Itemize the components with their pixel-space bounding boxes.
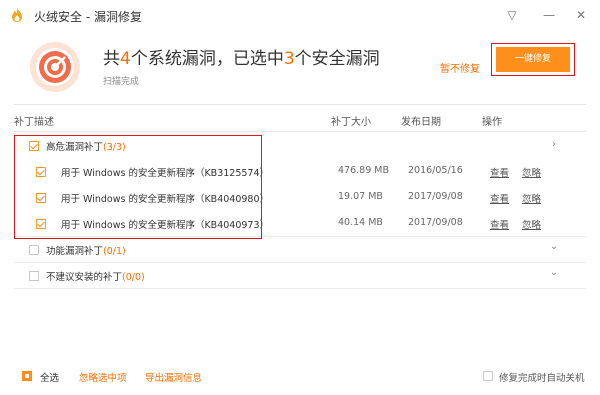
- group-checkbox-function[interactable]: [29, 245, 39, 255]
- menu-dropdown-icon[interactable]: ▽: [503, 6, 521, 24]
- skip-fix-button[interactable]: 暂不修复: [440, 60, 480, 75]
- huorong-flame-logo-icon: [12, 8, 22, 22]
- patch-date: 2017/09/08: [408, 217, 463, 228]
- patch-date: 2017/09/08: [408, 191, 463, 202]
- scan-target-icon: [30, 42, 80, 92]
- export-vulnerability-link[interactable]: 导出漏洞信息: [145, 370, 202, 384]
- annotation-highlight-box: [14, 135, 262, 239]
- ignore-link[interactable]: 忽略: [522, 165, 541, 179]
- title-bar: 火绒安全 - 漏洞修复 ▽ — ✕: [0, 0, 600, 30]
- minimize-button[interactable]: —: [540, 6, 558, 24]
- select-all-label[interactable]: 全选: [40, 370, 59, 384]
- group-label-function: 功能漏洞补丁(0/1): [46, 243, 126, 257]
- group-checkbox-not-recommended[interactable]: [29, 271, 39, 281]
- chevron-down-icon[interactable]: ⌄: [548, 267, 560, 278]
- footer-bar: 全选 忽略选中项 导出漏洞信息 修复完成时自动关机: [0, 360, 600, 390]
- group-row-not-recommended[interactable]: 不建议安装的补丁(0/0) ⌄: [14, 263, 586, 289]
- group-count: (0/0): [122, 272, 145, 283]
- group-count: (0/1): [103, 246, 126, 257]
- summary-prefix: 共: [103, 49, 120, 69]
- vulnerability-summary: 共4个系统漏洞，已选中3个安全漏洞: [103, 44, 380, 69]
- view-link[interactable]: 查看: [490, 217, 509, 231]
- column-header-action: 操作: [482, 117, 502, 128]
- ignore-link[interactable]: 忽略: [522, 191, 541, 205]
- patch-size: 40.14 MB: [338, 217, 383, 228]
- selected-count: 3: [283, 49, 295, 69]
- ignore-link[interactable]: 忽略: [522, 217, 541, 231]
- auto-shutdown-label[interactable]: 修复完成时自动关机: [499, 370, 585, 384]
- column-header-date: 发布日期: [401, 117, 441, 128]
- view-link[interactable]: 查看: [490, 191, 509, 205]
- patch-size: 476.89 MB: [338, 165, 389, 176]
- group-label-not-recommended: 不建议安装的补丁(0/0): [46, 269, 145, 283]
- column-header-description: 补丁描述: [14, 117, 54, 128]
- group-row-function[interactable]: 功能漏洞补丁(0/1) ⌄: [14, 237, 586, 263]
- view-link[interactable]: 查看: [490, 165, 509, 179]
- auto-shutdown-checkbox[interactable]: [483, 371, 493, 381]
- group-name: 不建议安装的补丁: [46, 272, 123, 283]
- close-button[interactable]: ✕: [572, 6, 590, 24]
- group-name: 功能漏洞补丁: [46, 246, 104, 257]
- total-count: 4: [120, 49, 131, 69]
- window-title: 火绒安全 - 漏洞修复: [34, 10, 142, 24]
- column-header-size: 补丁大小: [331, 117, 371, 128]
- table-header: 补丁描述 补丁大小 发布日期 操作: [14, 104, 586, 132]
- select-all-checkbox[interactable]: [22, 371, 32, 381]
- chevron-right-icon[interactable]: ›: [548, 139, 560, 150]
- chevron-down-icon[interactable]: ⌄: [548, 241, 560, 252]
- one-click-fix-button[interactable]: 一键修复: [496, 47, 570, 72]
- ignore-selected-link[interactable]: 忽略选中项: [79, 370, 127, 384]
- summary-suffix: 个安全漏洞: [294, 49, 380, 69]
- patch-size: 19.07 MB: [338, 191, 383, 202]
- summary-middle: 个系统漏洞，已选中: [130, 49, 284, 69]
- patch-date: 2016/05/16: [408, 165, 463, 176]
- scan-status: 扫描完成: [103, 77, 140, 87]
